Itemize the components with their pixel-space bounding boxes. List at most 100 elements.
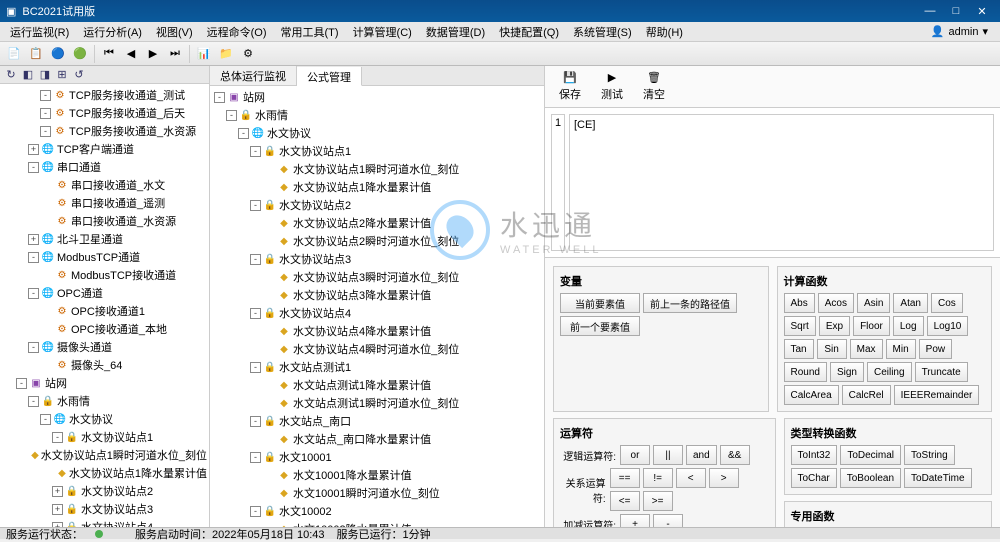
op-btn[interactable]: Cos: [931, 293, 963, 313]
tree-node[interactable]: -🌐水文协议: [212, 124, 542, 142]
tree-node[interactable]: -🌐OPC通道: [2, 284, 207, 302]
expand-icon[interactable]: -: [16, 378, 27, 389]
expand-icon[interactable]: -: [250, 308, 261, 319]
expand-icon[interactable]: -: [28, 396, 39, 407]
tree-node[interactable]: -🔒水文10002: [212, 502, 542, 520]
op-btn[interactable]: &&: [720, 445, 750, 465]
formula-input[interactable]: [CE]: [569, 114, 994, 251]
tree-node[interactable]: -⚙TCP服务接收通道_水资源: [2, 122, 207, 140]
op-btn[interactable]: <: [676, 468, 706, 488]
op-btn[interactable]: 当前要素值: [560, 293, 640, 313]
tb-btn-8[interactable]: ⏭: [165, 44, 185, 64]
tree-node[interactable]: ◆水文协议站点3瞬时河道水位_刻位: [212, 268, 542, 286]
rp-btn-清空[interactable]: 🗑清空: [637, 69, 671, 104]
op-btn[interactable]: Ceiling: [867, 362, 912, 382]
menu-1[interactable]: 运行分析(A): [77, 22, 148, 42]
op-btn[interactable]: Log: [893, 316, 924, 336]
expand-icon[interactable]: -: [40, 126, 51, 137]
tree-node[interactable]: +🔒水文协议站点2: [2, 482, 207, 500]
op-btn[interactable]: ToString: [904, 445, 955, 465]
expand-icon[interactable]: -: [40, 108, 51, 119]
tree-node[interactable]: -🔒水文站点测试1: [212, 358, 542, 376]
op-btn[interactable]: ToChar: [791, 468, 837, 488]
tree-node[interactable]: ⚙串口接收通道_水文: [2, 176, 207, 194]
menu-9[interactable]: 帮助(H): [640, 22, 689, 42]
op-btn[interactable]: Atan: [893, 293, 928, 313]
expand-icon[interactable]: -: [250, 362, 261, 373]
tree-node[interactable]: +🌐北斗卫星通道: [2, 230, 207, 248]
tree-node[interactable]: -🔒水雨情: [2, 392, 207, 410]
tb-btn-5[interactable]: ⏮: [99, 44, 119, 64]
op-btn[interactable]: Max: [850, 339, 883, 359]
panel-btn-2[interactable]: ◧: [21, 68, 35, 82]
op-btn[interactable]: Truncate: [915, 362, 968, 382]
tree-node[interactable]: -🔒水文协议站点2: [212, 196, 542, 214]
menu-7[interactable]: 快捷配置(Q): [493, 22, 565, 42]
expand-icon[interactable]: -: [250, 200, 261, 211]
tree-node[interactable]: -🔒水文协议站点3: [212, 250, 542, 268]
tree-node[interactable]: ◆水文协议站点2降水量累计值: [212, 214, 542, 232]
op-btn[interactable]: -: [653, 514, 683, 527]
op-btn[interactable]: Acos: [818, 293, 854, 313]
tree-node[interactable]: ◆水文10001降水量累计值: [212, 466, 542, 484]
op-btn[interactable]: ToBoolean: [840, 468, 901, 488]
tb-btn-11[interactable]: ⚙: [238, 44, 258, 64]
op-btn[interactable]: Round: [784, 362, 827, 382]
panel-btn-4[interactable]: ⊞: [55, 68, 69, 82]
menu-4[interactable]: 常用工具(T): [275, 22, 345, 42]
user-badge[interactable]: 👤 admin ▾: [923, 25, 996, 38]
panel-btn-5[interactable]: ↺: [72, 68, 86, 82]
op-btn[interactable]: 前一个要素值: [560, 316, 640, 336]
expand-icon[interactable]: -: [28, 252, 39, 263]
menu-6[interactable]: 数据管理(D): [420, 22, 491, 42]
tree-node[interactable]: +🔒水文协议站点3: [2, 500, 207, 518]
maximize-button[interactable]: □: [944, 3, 968, 19]
tree-node[interactable]: -🔒水文协议站点1: [2, 428, 207, 446]
op-btn[interactable]: Pow: [919, 339, 952, 359]
expand-icon[interactable]: -: [214, 92, 225, 103]
expand-icon[interactable]: -: [28, 162, 39, 173]
tree-node[interactable]: ⚙摄像头_64: [2, 356, 207, 374]
tree-node[interactable]: -⚙TCP服务接收通道_后天: [2, 104, 207, 122]
op-btn[interactable]: Exp: [819, 316, 850, 336]
op-btn[interactable]: Min: [886, 339, 916, 359]
op-btn[interactable]: >: [709, 468, 739, 488]
op-btn[interactable]: ToDecimal: [840, 445, 901, 465]
tree-node[interactable]: -▣站网: [2, 374, 207, 392]
expand-icon[interactable]: -: [250, 506, 261, 517]
tb-btn-6[interactable]: ◀: [121, 44, 141, 64]
expand-icon[interactable]: -: [250, 416, 261, 427]
tree-node[interactable]: ◆水文站点_南口降水量累计值: [212, 430, 542, 448]
op-btn[interactable]: ||: [653, 445, 683, 465]
tree-node[interactable]: ⚙OPC接收通道_本地: [2, 320, 207, 338]
menu-0[interactable]: 运行监视(R): [4, 22, 75, 42]
tb-btn-3[interactable]: 🔵: [48, 44, 68, 64]
tree-node[interactable]: +🌐TCP客户端通道: [2, 140, 207, 158]
tree-node[interactable]: -⚙TCP服务接收通道_测试: [2, 86, 207, 104]
op-btn[interactable]: <=: [610, 491, 640, 511]
expand-icon[interactable]: -: [52, 432, 63, 443]
tb-btn-1[interactable]: 📄: [4, 44, 24, 64]
minimize-button[interactable]: —: [918, 3, 942, 19]
expand-icon[interactable]: +: [52, 504, 63, 515]
tb-btn-10[interactable]: 📁: [216, 44, 236, 64]
tree-node[interactable]: -🔒水文协议站点4: [212, 304, 542, 322]
expand-icon[interactable]: -: [28, 342, 39, 353]
op-btn[interactable]: Floor: [853, 316, 890, 336]
op-btn[interactable]: Sin: [817, 339, 847, 359]
tree-node[interactable]: ◆水文站点测试1降水量累计值: [212, 376, 542, 394]
op-btn[interactable]: IEEERemainder: [894, 385, 980, 405]
op-btn[interactable]: >=: [643, 491, 673, 511]
tree-node[interactable]: ◆水文10001瞬时河道水位_刻位: [212, 484, 542, 502]
op-btn[interactable]: ==: [610, 468, 640, 488]
op-btn[interactable]: Sign: [830, 362, 864, 382]
tree-node[interactable]: ◆水文协议站点4降水量累计值: [212, 322, 542, 340]
tree-node[interactable]: -🔒水雨情: [212, 106, 542, 124]
op-btn[interactable]: CalcRel: [842, 385, 891, 405]
expand-icon[interactable]: -: [40, 90, 51, 101]
expand-icon[interactable]: -: [28, 288, 39, 299]
tree-node[interactable]: ◆水文协议站点2瞬时河道水位_刻位: [212, 232, 542, 250]
tree-node[interactable]: ⚙串口接收通道_水资源: [2, 212, 207, 230]
expand-icon[interactable]: -: [250, 146, 261, 157]
tree-node[interactable]: -🔒水文协议站点1: [212, 142, 542, 160]
